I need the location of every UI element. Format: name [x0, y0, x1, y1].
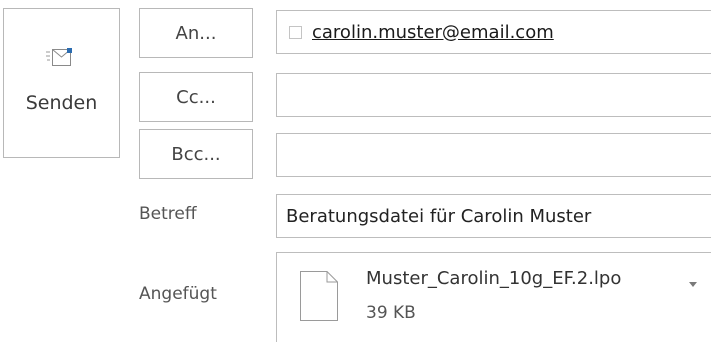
recipient-checkbox[interactable]: [289, 25, 302, 39]
to-field[interactable]: carolin.muster@email.com: [276, 10, 711, 54]
send-button-label: Senden: [25, 91, 98, 114]
attachment-label: Angefügt: [139, 284, 217, 304]
bcc-button[interactable]: Bcc...: [139, 129, 253, 179]
cc-button[interactable]: Cc...: [139, 72, 253, 122]
attachment-size: 39 KB: [366, 303, 416, 323]
attachment-list: Muster_Carolin_10g_EF.2.lpo 39 KB: [276, 252, 711, 342]
document-icon: [299, 270, 339, 326]
send-button[interactable]: Senden: [3, 8, 120, 158]
to-button[interactable]: An...: [139, 8, 253, 58]
bcc-field[interactable]: [276, 133, 711, 177]
attachment-name: Muster_Carolin_10g_EF.2.lpo: [366, 268, 622, 289]
subject-field[interactable]: Beratungsdatei für Carolin Muster: [276, 194, 711, 238]
send-mail-icon: [45, 47, 79, 74]
subject-label: Betreff: [139, 204, 197, 224]
subject-value: Beratungsdatei für Carolin Muster: [286, 205, 592, 227]
chevron-down-icon[interactable]: [683, 275, 703, 295]
cc-field[interactable]: [276, 73, 711, 117]
recipient-address[interactable]: carolin.muster@email.com: [312, 22, 554, 43]
